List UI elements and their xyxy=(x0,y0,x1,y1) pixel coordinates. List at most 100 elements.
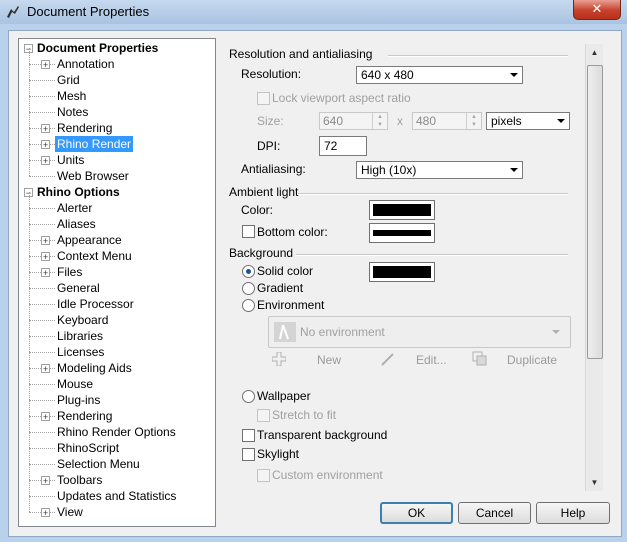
cancel-button[interactable]: Cancel xyxy=(458,502,531,524)
options-tree[interactable]: − Document Properties + Annotation Grid Mesh N… xyxy=(18,38,216,527)
tree-item[interactable]: Plug-ins xyxy=(19,392,209,408)
expand-icon[interactable]: + xyxy=(41,476,50,486)
tree-item[interactable]: Web Browser xyxy=(19,168,209,184)
expand-icon[interactable]: + xyxy=(41,156,50,166)
stretch-to-fit-checkbox[interactable] xyxy=(257,409,270,422)
tree-item[interactable]: + Rendering xyxy=(19,408,209,424)
height-spinner[interactable]: 480 ▲ ▼ xyxy=(412,112,482,130)
tree-connector xyxy=(29,304,55,305)
tree-root-rhino_options[interactable]: − Rhino Options xyxy=(19,184,209,200)
help-button[interactable]: Help xyxy=(536,502,610,524)
tree-item[interactable]: + Context Menu xyxy=(19,248,209,264)
tree-item[interactable]: Notes xyxy=(19,104,209,120)
dpi-input[interactable]: 72 xyxy=(319,136,367,156)
ambient-color-swatch[interactable] xyxy=(369,200,435,220)
wallpaper-radio[interactable] xyxy=(242,390,255,403)
ok-button[interactable]: OK xyxy=(380,502,453,524)
antialiasing-select[interactable]: High (10x) xyxy=(356,161,523,179)
solid-color-radio[interactable] xyxy=(242,265,255,278)
skylight-label: Skylight xyxy=(257,447,300,461)
expand-icon[interactable]: + xyxy=(41,252,50,262)
units-select[interactable]: pixels xyxy=(486,112,570,130)
scroll-thumb[interactable] xyxy=(587,65,603,359)
transparent-background-checkbox[interactable] xyxy=(242,429,255,442)
expand-icon[interactable]: + xyxy=(41,236,50,246)
tree-item[interactable]: Licenses xyxy=(19,344,209,360)
expand-icon[interactable]: + xyxy=(41,60,50,70)
tree-item-label: Web Browser xyxy=(57,169,129,183)
lock-aspect-checkbox[interactable] xyxy=(257,92,270,105)
tree-item[interactable]: + View xyxy=(19,504,209,520)
expand-icon[interactable]: + xyxy=(41,412,50,422)
expand-icon[interactable]: + xyxy=(41,364,50,374)
tree-item-label: Context Menu xyxy=(57,249,132,263)
tree-item[interactable]: Updates and Statistics xyxy=(19,488,209,504)
skylight-checkbox[interactable] xyxy=(242,448,255,461)
bottom-color-swatch[interactable] xyxy=(369,223,435,243)
tree-item[interactable]: Aliases xyxy=(19,216,209,232)
environment-select[interactable]: No environment xyxy=(268,316,571,348)
size-label: Size: xyxy=(257,114,284,128)
tree-item-label: Selection Menu xyxy=(57,457,140,471)
spinner-arrows-icon: ▲ ▼ xyxy=(372,113,387,129)
edit-icon xyxy=(381,353,394,366)
tree-item[interactable]: + Modeling Aids xyxy=(19,360,209,376)
dpi-label: DPI: xyxy=(257,139,281,153)
tree-item[interactable]: Mouse xyxy=(19,376,209,392)
background-color-swatch[interactable] xyxy=(369,262,435,282)
tree-item[interactable]: Mesh xyxy=(19,88,209,104)
tree-item[interactable]: Grid xyxy=(19,72,209,88)
dialog-client: − Document Properties + Annotation Grid Mesh N… xyxy=(8,30,622,537)
tree-root-label: Document Properties xyxy=(37,41,159,55)
edit-button[interactable]: Edit... xyxy=(416,353,447,367)
scroll-down-icon[interactable]: ▼ xyxy=(586,474,603,491)
tree-item[interactable]: + Annotation xyxy=(19,56,209,72)
expand-icon[interactable]: + xyxy=(41,124,50,134)
tree-item-label: Units xyxy=(57,153,85,167)
tree-item-label: View xyxy=(57,505,83,519)
tree-item[interactable]: Libraries xyxy=(19,328,209,344)
environment-radio[interactable] xyxy=(242,299,255,312)
width-spinner[interactable]: 640 ▲ ▼ xyxy=(319,112,388,130)
chevron-down-icon xyxy=(510,73,518,77)
panel-scrollbar[interactable]: ▲ ▼ xyxy=(585,44,603,491)
custom-environment-checkbox[interactable] xyxy=(257,469,270,482)
bottom-color-checkbox[interactable] xyxy=(242,225,255,238)
title-bar[interactable]: Document Properties ✕ xyxy=(0,0,627,24)
tree-item[interactable]: + Units xyxy=(19,152,209,168)
tree-item[interactable]: + Rhino Render xyxy=(19,136,209,152)
expand-icon[interactable]: + xyxy=(41,508,50,518)
tree-item[interactable]: Rhino Render Options xyxy=(19,424,209,440)
close-button[interactable]: ✕ xyxy=(573,0,621,20)
tree-item-label: Updates and Statistics xyxy=(57,489,177,503)
wallpaper-label: Wallpaper xyxy=(257,389,311,403)
chevron-down-icon xyxy=(552,330,560,334)
resolution-value: 640 x 480 xyxy=(361,68,414,82)
section-ambient-title: Ambient light xyxy=(229,185,299,199)
expand-icon[interactable]: + xyxy=(41,140,50,150)
tree-item[interactable]: + Rendering xyxy=(19,120,209,136)
tree-item[interactable]: + Files xyxy=(19,264,209,280)
tree-connector xyxy=(29,320,55,321)
spinner-arrows-icon: ▲ ▼ xyxy=(466,113,481,129)
tree-connector xyxy=(29,176,55,177)
tree-connector xyxy=(29,384,55,385)
scroll-up-icon[interactable]: ▲ xyxy=(586,44,603,61)
tree-item[interactable]: RhinoScript xyxy=(19,440,209,456)
tree-root-document_properties[interactable]: − Document Properties xyxy=(19,40,209,56)
gradient-radio[interactable] xyxy=(242,282,255,295)
expand-icon[interactable]: + xyxy=(41,268,50,278)
tree-item[interactable]: + Toolbars xyxy=(19,472,209,488)
new-button[interactable]: New xyxy=(317,353,341,367)
tree-item[interactable]: General xyxy=(19,280,209,296)
tree-item[interactable]: + Appearance xyxy=(19,232,209,248)
tree-item[interactable]: Keyboard xyxy=(19,312,209,328)
tree-item[interactable]: Idle Processor xyxy=(19,296,209,312)
tree-item-label: Mouse xyxy=(57,377,94,391)
duplicate-button[interactable]: Duplicate xyxy=(507,353,557,367)
tree-item-label: Modeling Aids xyxy=(57,361,132,375)
tree-connector xyxy=(29,48,30,176)
tree-item[interactable]: Alerter xyxy=(19,200,209,216)
resolution-select[interactable]: 640 x 480 xyxy=(356,66,523,84)
tree-item[interactable]: Selection Menu xyxy=(19,456,209,472)
